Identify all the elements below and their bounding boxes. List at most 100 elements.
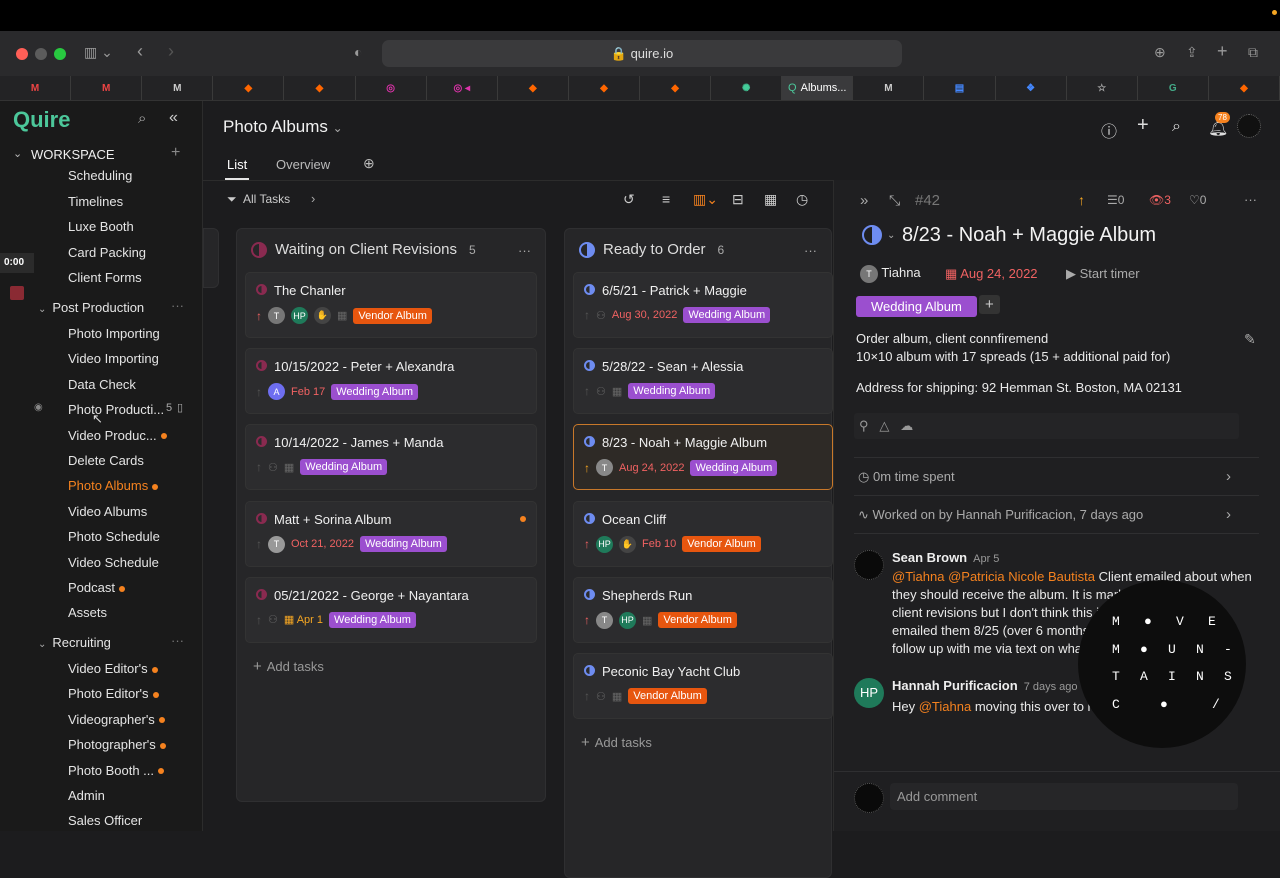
- sidebar-toggle-icon[interactable]: ▥ ⌄: [84, 44, 113, 61]
- page-title[interactable]: Photo Albums ⌄: [223, 117, 343, 137]
- sidebar-item[interactable]: Photo Importing: [68, 326, 160, 341]
- status-circle-icon[interactable]: [256, 284, 267, 295]
- add-tasks-button[interactable]: + Add tasks: [253, 658, 324, 675]
- task-card[interactable]: Shepherds Run ↑ T HP ▦ Vendor Album: [573, 576, 833, 643]
- priority-arrow-icon[interactable]: ↑: [584, 384, 590, 398]
- sidebar-item[interactable]: Photo Producti...: [68, 402, 164, 417]
- priority-arrow-icon[interactable]: ↑: [584, 537, 590, 551]
- tab-medium-2[interactable]: M: [853, 76, 925, 100]
- calendar-icon[interactable]: ▦: [642, 614, 652, 627]
- sidebar-item[interactable]: Data Check: [68, 377, 136, 392]
- chevron-right-icon[interactable]: ›: [1226, 468, 1231, 485]
- record-stop-icon[interactable]: [10, 286, 24, 300]
- status-circle-icon[interactable]: [256, 588, 267, 600]
- due-date[interactable]: ▦ Aug 24, 2022: [945, 266, 1038, 282]
- sidebar-item[interactable]: Assets: [68, 605, 107, 620]
- assignee-placeholder-icon[interactable]: ⚇: [596, 385, 606, 398]
- sidebar-item[interactable]: Video Editor's: [68, 661, 158, 676]
- bookmark-icon[interactable]: ▯: [177, 401, 183, 414]
- task-tag[interactable]: Wedding Album: [331, 383, 419, 400]
- back-arrow-icon[interactable]: ‹: [137, 41, 143, 62]
- shield-icon[interactable]: ◐: [354, 44, 362, 60]
- priority-arrow-icon[interactable]: ↑: [256, 385, 262, 399]
- task-tag[interactable]: Vendor Album: [658, 612, 737, 629]
- sidebar-item[interactable]: Photo Booth ...: [68, 763, 165, 778]
- table-icon[interactable]: ▦: [764, 191, 777, 208]
- comment-mention[interactable]: @Tiahna: [919, 699, 971, 714]
- sidebar-item[interactable]: Admin: [68, 788, 105, 803]
- assignee-placeholder-icon[interactable]: ⚇: [268, 613, 278, 626]
- priority-up-icon[interactable]: ↑: [1078, 192, 1085, 208]
- more-options-icon[interactable]: ···: [518, 243, 531, 258]
- undo-icon[interactable]: ↺: [623, 191, 635, 208]
- close-window-button[interactable]: [16, 47, 28, 60]
- task-card[interactable]: 5/28/22 - Sean + Alessia ↑ ⚇ ▦ Wedding Album: [573, 348, 833, 415]
- cloud-icon[interactable]: ☁: [900, 418, 913, 433]
- tab-gmail-2[interactable]: M: [71, 76, 143, 100]
- column-header[interactable]: Ready to Order 6: [579, 241, 724, 258]
- task-tag[interactable]: Wedding Album: [683, 307, 771, 323]
- chevron-right-icon[interactable]: ›: [1226, 506, 1231, 523]
- watchers-count[interactable]: 👁︎3: [1149, 193, 1171, 207]
- filter-all-tasks[interactable]: All Tasks: [243, 192, 290, 206]
- task-tag[interactable]: Wedding Album: [690, 459, 778, 476]
- fullscreen-icon[interactable]: ⤡: [889, 192, 900, 209]
- task-card[interactable]: 6/5/21 - Patrick + Maggie ↑ ⚇ Aug 30, 2022 W…: [573, 272, 833, 338]
- tab-overview[interactable]: Overview: [276, 157, 330, 172]
- calendar-icon[interactable]: ▦: [284, 461, 294, 474]
- timer-icon[interactable]: ◷: [796, 191, 808, 208]
- search-icon[interactable]: ⌕: [1172, 118, 1181, 136]
- priority-arrow-icon[interactable]: ↑: [256, 460, 262, 474]
- time-spent-row[interactable]: ◷ 0m time spent: [858, 469, 955, 485]
- minimize-window-button[interactable]: [35, 47, 47, 60]
- tab-albums[interactable]: Q Albums...: [782, 76, 854, 100]
- task-card[interactable]: Peconic Bay Yacht Club ↑ ⚇ ▦ Vendor Album: [573, 653, 833, 719]
- status-circle-icon[interactable]: [584, 360, 595, 372]
- tab-app-1[interactable]: ◆: [213, 76, 285, 100]
- drive-icon[interactable]: △: [879, 418, 889, 433]
- sidebar-item[interactable]: Scheduling: [68, 168, 132, 183]
- task-title[interactable]: 8/23 - Noah + Maggie Album: [902, 224, 1156, 247]
- column-header[interactable]: Waiting on Client Revisions 5: [251, 241, 476, 258]
- status-circle-icon[interactable]: [256, 436, 267, 448]
- tab-medium[interactable]: M: [142, 76, 214, 100]
- due-date[interactable]: Feb 10: [642, 538, 676, 550]
- status-circle-icon[interactable]: [584, 436, 595, 448]
- sidebar-item[interactable]: Timelines: [68, 194, 123, 209]
- task-tag[interactable]: Wedding Album: [360, 536, 447, 553]
- more-options-icon[interactable]: ···: [171, 298, 184, 313]
- avatar[interactable]: [1237, 114, 1261, 138]
- sidebar-item[interactable]: Video Schedule: [68, 555, 159, 570]
- priority-arrow-icon[interactable]: ↑: [256, 613, 262, 627]
- sidebar-group-post-production[interactable]: ⌄ Post Production: [38, 300, 144, 315]
- sort-icon[interactable]: ⊟: [732, 191, 744, 208]
- tab-app-3[interactable]: ◆: [498, 76, 569, 100]
- zoom-window-button[interactable]: [54, 47, 66, 60]
- more-options-icon[interactable]: ···: [804, 243, 817, 258]
- status-circle-icon[interactable]: [584, 512, 595, 524]
- start-timer-button[interactable]: ▶ Start timer: [1066, 266, 1140, 282]
- tab-app-6[interactable]: ◆: [1209, 76, 1280, 100]
- task-tag[interactable]: Wedding Album: [329, 611, 416, 628]
- chevron-down-icon[interactable]: ⌄: [13, 147, 22, 160]
- tab-app-5[interactable]: ◆: [640, 76, 712, 100]
- tab-chatgpt[interactable]: ✺: [711, 76, 783, 100]
- task-card[interactable]: 10/15/2022 - Peter + Alexandra ↑ A Feb 17 We…: [245, 348, 537, 415]
- chevron-right-icon[interactable]: ›: [311, 191, 315, 206]
- chevron-down-icon[interactable]: ⌄: [887, 230, 895, 241]
- status-circle-icon[interactable]: [584, 284, 595, 295]
- priority-arrow-icon[interactable]: ↑: [584, 689, 590, 703]
- task-card[interactable]: 05/21/2022 - George + Nayantara ↑ ⚇ ▦ Apr 1…: [245, 576, 537, 643]
- tab-overview-icon[interactable]: ⧉: [1248, 44, 1258, 61]
- status-circle-icon[interactable]: [862, 225, 882, 245]
- add-comment-input[interactable]: Add comment: [890, 783, 1238, 810]
- calendar-icon[interactable]: ▦: [612, 690, 622, 703]
- new-tab-icon[interactable]: +: [1217, 41, 1228, 62]
- assignee-placeholder-icon[interactable]: ⚇: [268, 461, 278, 474]
- task-card[interactable]: 8/23 - Noah + Maggie Album ↑ T Aug 24, 2022…: [573, 424, 833, 491]
- expand-panel-icon[interactable]: »: [860, 192, 868, 209]
- due-date[interactable]: Feb 17: [291, 386, 325, 398]
- priority-arrow-icon[interactable]: ↑: [584, 308, 590, 322]
- more-options-icon[interactable]: ···: [171, 633, 184, 648]
- sidebar-item[interactable]: Client Forms: [68, 270, 142, 285]
